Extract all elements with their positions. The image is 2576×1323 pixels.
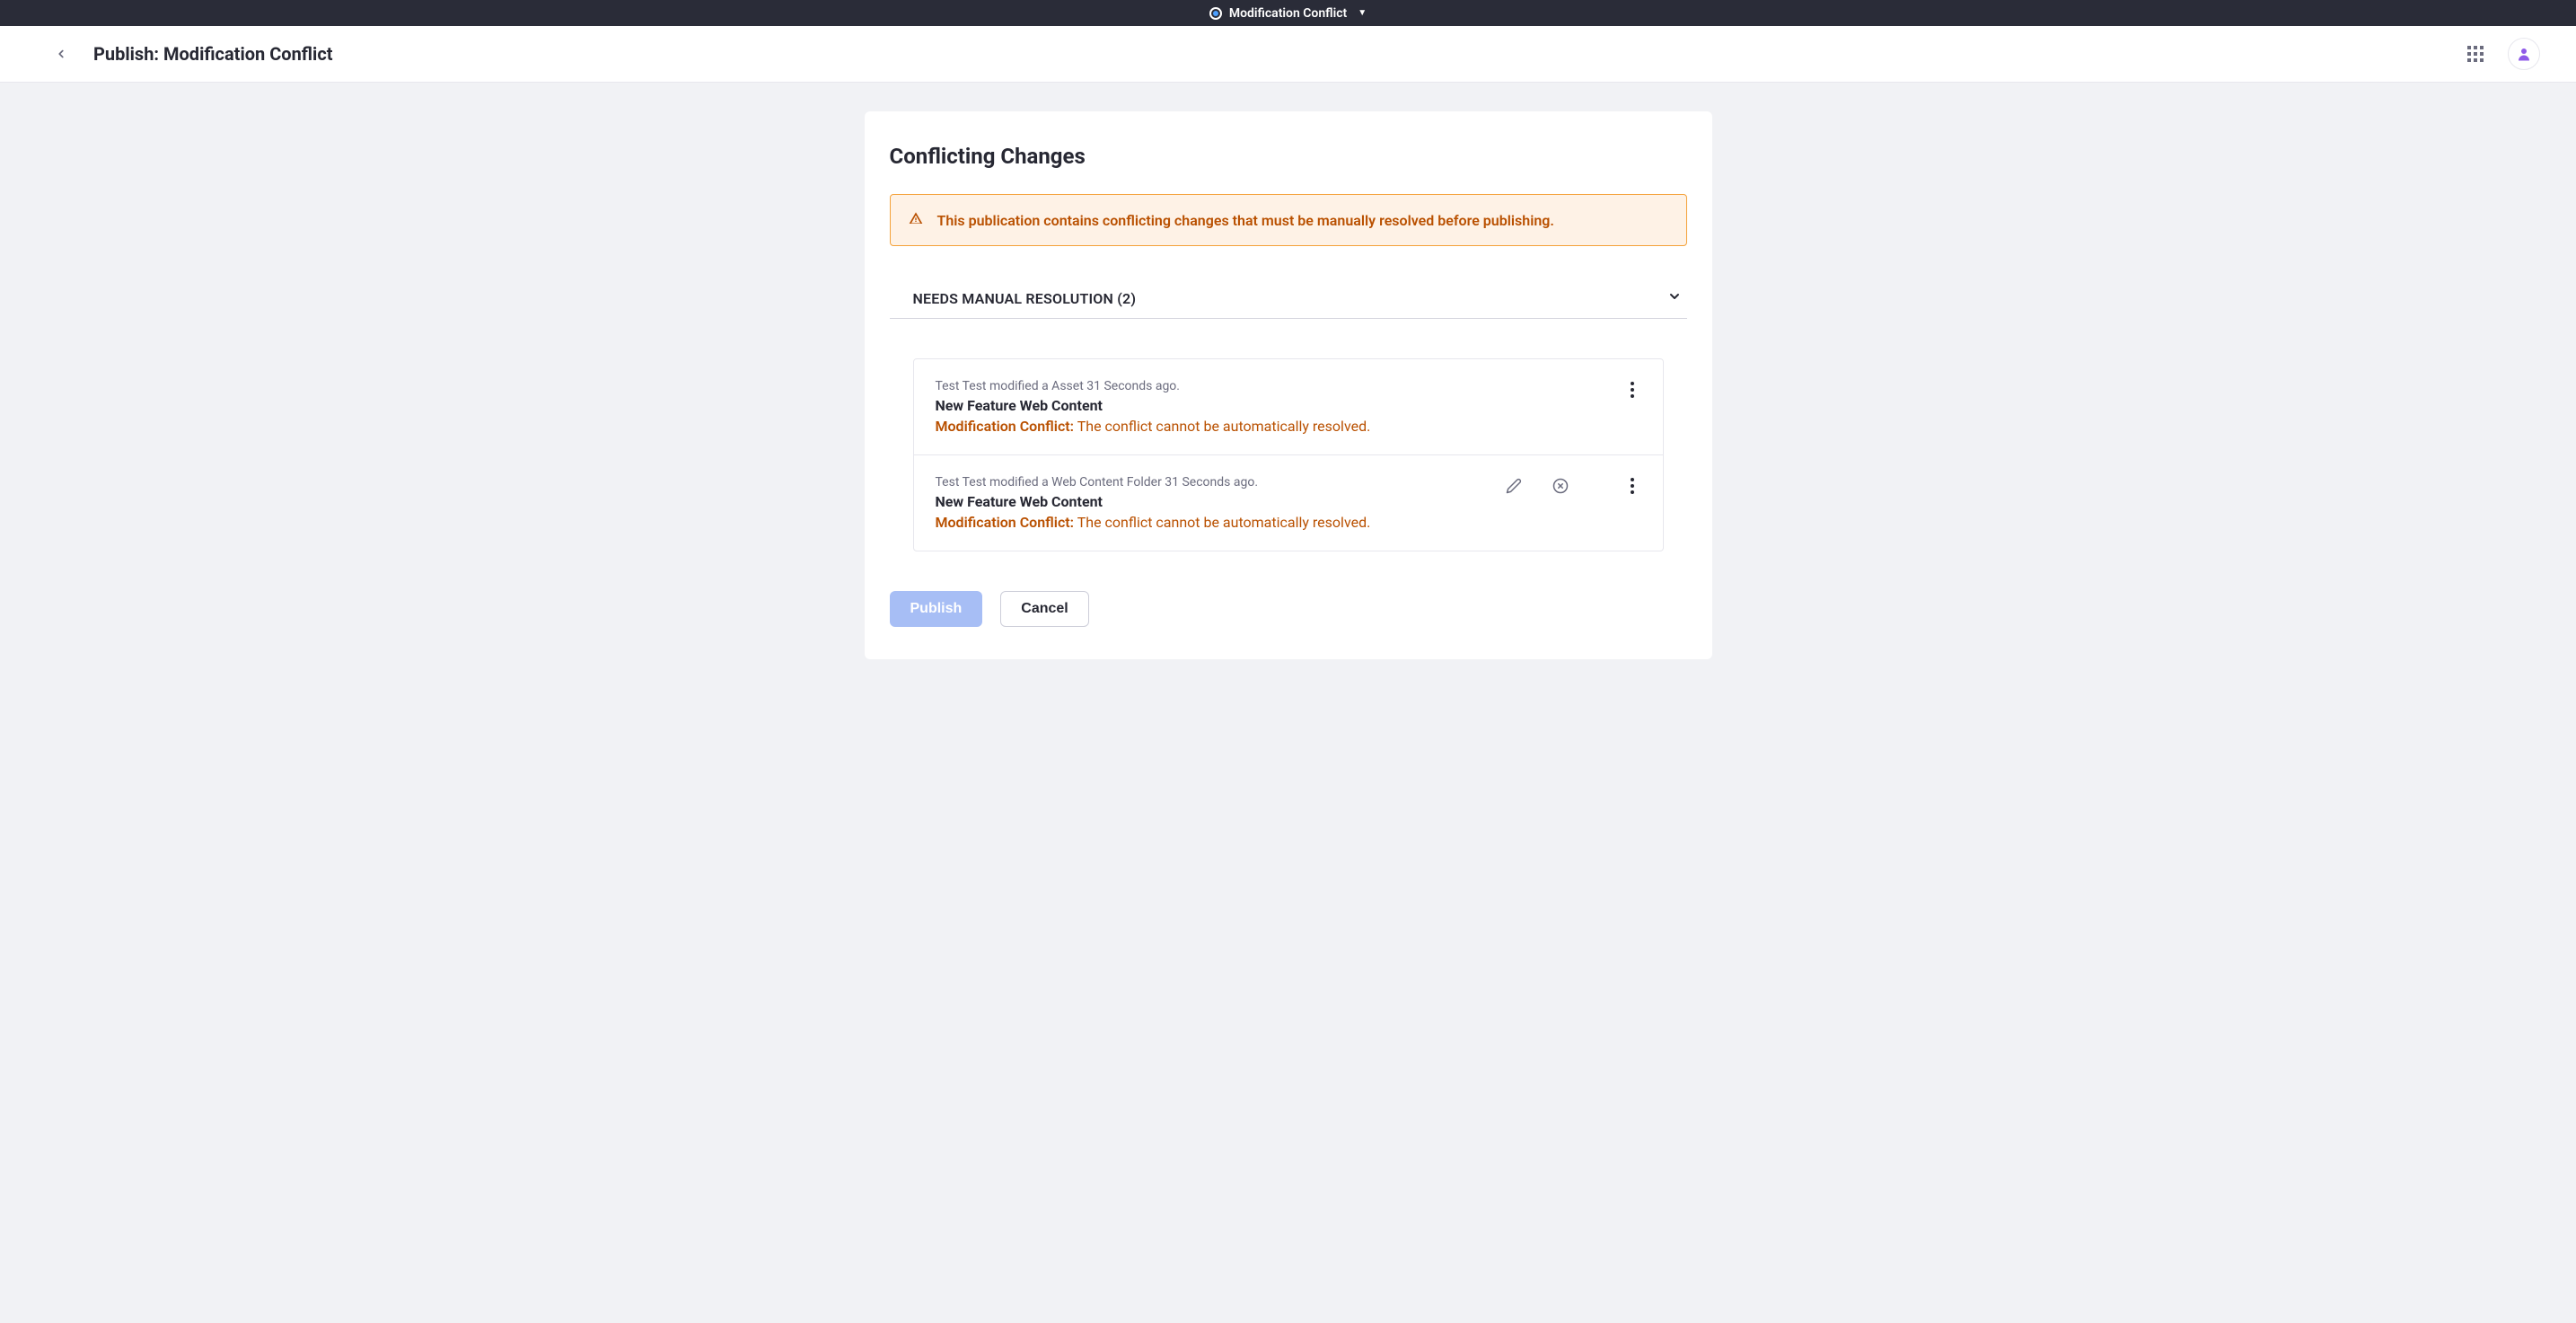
conflict-detail: The conflict cannot be automatically res… xyxy=(1074,418,1370,435)
edit-button[interactable] xyxy=(1505,477,1523,495)
apps-menu-button[interactable] xyxy=(2465,43,2486,65)
topbar-title[interactable]: Modification Conflict xyxy=(1229,6,1347,21)
conflict-actions xyxy=(1598,379,1641,399)
header-bar: Publish: Modification Conflict xyxy=(0,26,2576,83)
publication-indicator-icon xyxy=(1209,7,1222,20)
conflicting-changes-card: Conflicting Changes This publication con… xyxy=(865,111,1712,659)
dismiss-button[interactable] xyxy=(1552,477,1569,495)
back-button[interactable] xyxy=(50,43,72,65)
conflict-message: Modification Conflict: The conflict cann… xyxy=(936,418,1587,435)
conflict-list: Test Test modified a Asset 31 Seconds ag… xyxy=(913,358,1664,551)
section-header-manual-resolution[interactable]: NEEDS MANUAL RESOLUTION (2) xyxy=(890,289,1687,319)
cancel-button[interactable]: Cancel xyxy=(1000,591,1088,627)
warning-icon xyxy=(909,211,923,229)
conflict-actions xyxy=(1505,475,1641,495)
alert-warning: This publication contains conflicting ch… xyxy=(890,194,1687,246)
more-actions-button[interactable] xyxy=(1623,381,1641,399)
conflict-title: New Feature Web Content xyxy=(936,397,1587,414)
card-title: Conflicting Changes xyxy=(890,144,1687,169)
conflict-meta: Test Test modified a Web Content Folder … xyxy=(936,475,1494,490)
conflict-item: Test Test modified a Web Content Folder … xyxy=(914,454,1663,551)
page-title: Publish: Modification Conflict xyxy=(93,43,333,65)
publish-button[interactable]: Publish xyxy=(890,591,983,627)
x-circle-icon xyxy=(1552,478,1569,494)
conflict-body: Test Test modified a Asset 31 Seconds ag… xyxy=(936,379,1587,435)
user-avatar-button[interactable] xyxy=(2508,38,2540,70)
caret-down-icon[interactable]: ▼ xyxy=(1358,8,1367,18)
conflict-label: Modification Conflict: xyxy=(936,514,1075,531)
top-bar: Modification Conflict ▼ xyxy=(0,0,2576,26)
apps-grid-icon xyxy=(2467,46,2484,62)
header-right xyxy=(2465,38,2540,70)
conflict-message: Modification Conflict: The conflict cann… xyxy=(936,514,1494,531)
chevron-down-icon xyxy=(1667,289,1682,307)
conflict-title: New Feature Web Content xyxy=(936,493,1494,510)
section-header-title: NEEDS MANUAL RESOLUTION (2) xyxy=(913,290,1137,307)
conflict-detail: The conflict cannot be automatically res… xyxy=(1074,514,1370,531)
header-left: Publish: Modification Conflict xyxy=(50,43,333,65)
conflict-item: Test Test modified a Asset 31 Seconds ag… xyxy=(914,359,1663,454)
content-wrap: Conflicting Changes This publication con… xyxy=(0,83,2576,695)
card-actions: Publish Cancel xyxy=(890,591,1687,627)
user-icon xyxy=(2516,46,2532,62)
alert-text: This publication contains conflicting ch… xyxy=(937,212,1554,229)
more-actions-button[interactable] xyxy=(1623,477,1641,495)
conflict-meta: Test Test modified a Asset 31 Seconds ag… xyxy=(936,379,1587,393)
conflict-body: Test Test modified a Web Content Folder … xyxy=(936,475,1494,531)
pencil-icon xyxy=(1506,478,1522,494)
conflict-label: Modification Conflict: xyxy=(936,418,1075,435)
